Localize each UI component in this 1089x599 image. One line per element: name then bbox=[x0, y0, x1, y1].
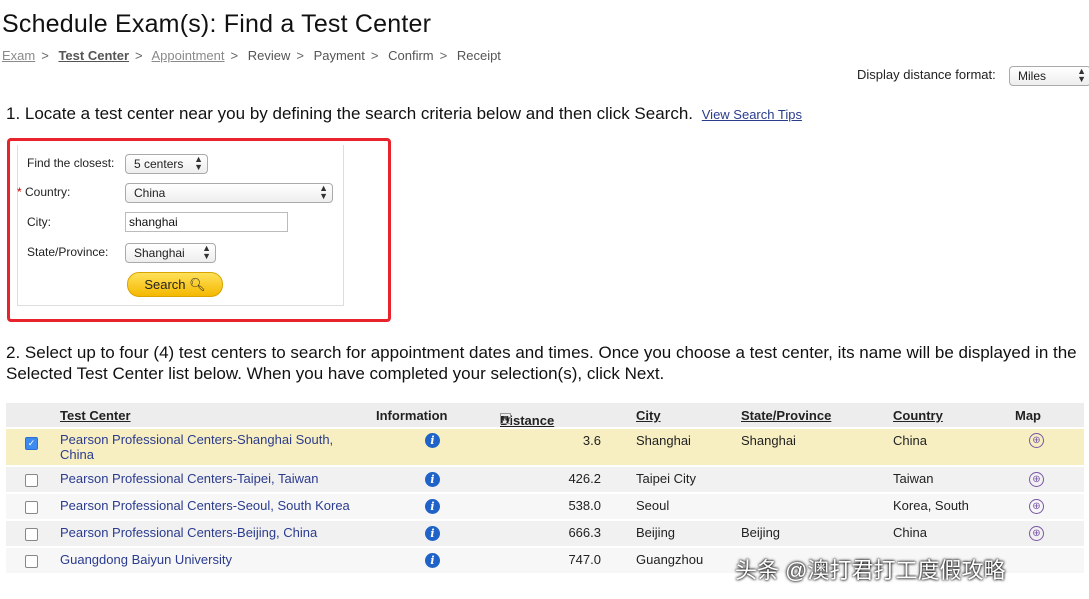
test-center-link[interactable]: Pearson Professional Centers-Seoul, Sout… bbox=[60, 498, 350, 513]
test-center-link[interactable]: Pearson Professional Centers-Taipei, Tai… bbox=[60, 471, 318, 486]
country-cell: Taiwan bbox=[893, 471, 934, 486]
breadcrumb-test-center[interactable]: Test Center bbox=[58, 48, 129, 63]
sort-down-icon: ▼ bbox=[500, 413, 511, 424]
distance-format-select[interactable]: Miles ▲ ▼ bbox=[1009, 66, 1089, 86]
test-center-link[interactable]: Pearson Professional Centers-Shanghai So… bbox=[60, 432, 360, 462]
globe-icon[interactable]: ⊕ bbox=[1029, 526, 1044, 541]
info-icon[interactable]: i bbox=[425, 553, 440, 568]
table-row[interactable]: Pearson Professional Centers-Seoul, Sout… bbox=[6, 492, 1084, 519]
breadcrumb-payment: Payment bbox=[313, 48, 365, 63]
table-row[interactable]: Pearson Professional Centers-Taipei, Tai… bbox=[6, 465, 1084, 492]
distance-cell: 426.2 bbox=[568, 471, 601, 486]
globe-icon[interactable]: ⊕ bbox=[1029, 433, 1044, 448]
step1-instructions: 1. Locate a test center near you by defi… bbox=[6, 104, 802, 123]
col-country[interactable]: Country bbox=[893, 408, 943, 423]
city-cell: Beijing bbox=[636, 525, 676, 540]
city-cell: Taipei City bbox=[636, 471, 696, 486]
distance-cell: 747.0 bbox=[568, 552, 601, 567]
table-row[interactable]: Pearson Professional Centers-Beijing, Ch… bbox=[6, 519, 1084, 546]
country-cell: China bbox=[893, 433, 927, 448]
country-cell: Korea, South bbox=[893, 498, 969, 513]
breadcrumb-receipt: Receipt bbox=[456, 48, 501, 63]
info-icon[interactable]: i bbox=[425, 526, 440, 541]
row-checkbox[interactable] bbox=[25, 528, 38, 541]
col-information: Information bbox=[376, 408, 448, 423]
updown-arrow-icon: ▲ ▼ bbox=[1077, 66, 1086, 84]
country-cell: China bbox=[893, 525, 927, 540]
step2-instructions: 2. Select up to four (4) test centers to… bbox=[6, 343, 1077, 383]
test-center-link[interactable]: Pearson Professional Centers-Beijing, Ch… bbox=[60, 525, 317, 540]
highlight-box bbox=[7, 138, 391, 322]
city-cell: Seoul bbox=[636, 498, 670, 513]
state-cell: Beijing bbox=[741, 525, 781, 540]
col-city[interactable]: City bbox=[636, 408, 661, 423]
breadcrumb-exam[interactable]: Exam bbox=[2, 48, 35, 63]
distance-cell: 3.6 bbox=[582, 433, 601, 448]
table-header: Test Center Information ** Distance ▼ Cit… bbox=[6, 403, 1084, 428]
table-row[interactable]: ✓ Pearson Professional Centers-Shanghai … bbox=[6, 427, 1084, 465]
distance-cell: 666.3 bbox=[568, 525, 601, 540]
city-cell: Guangzhou bbox=[636, 552, 704, 567]
distance-cell: 538.0 bbox=[568, 498, 601, 513]
page-title: Schedule Exam(s): Find a Test Center bbox=[2, 10, 432, 38]
info-icon[interactable]: i bbox=[425, 433, 440, 448]
globe-icon[interactable]: ⊕ bbox=[1029, 499, 1044, 514]
row-checkbox[interactable] bbox=[25, 501, 38, 514]
row-checkbox[interactable]: ✓ bbox=[25, 437, 38, 450]
row-checkbox[interactable] bbox=[25, 474, 38, 487]
col-state[interactable]: State/Province bbox=[741, 408, 831, 423]
state-cell: Shanghai bbox=[741, 433, 796, 448]
breadcrumb-confirm: Confirm bbox=[388, 48, 434, 63]
row-checkbox[interactable] bbox=[25, 555, 38, 568]
breadcrumb-appointment[interactable]: Appointment bbox=[152, 48, 225, 63]
col-test-center[interactable]: Test Center bbox=[60, 408, 131, 423]
test-center-link[interactable]: Guangdong Baiyun University bbox=[60, 552, 232, 567]
info-icon[interactable]: i bbox=[425, 472, 440, 487]
view-search-tips-link[interactable]: View Search Tips bbox=[702, 107, 802, 122]
breadcrumb-review: Review bbox=[247, 48, 291, 63]
col-map: Map bbox=[1015, 408, 1041, 423]
globe-icon[interactable]: ⊕ bbox=[1029, 472, 1044, 487]
distance-format-label: Display distance format: bbox=[857, 67, 996, 82]
breadcrumb: Exam > Test Center > Appointment > Review > … bbox=[2, 48, 501, 63]
info-icon[interactable]: i bbox=[425, 499, 440, 514]
city-cell: Shanghai bbox=[636, 433, 691, 448]
watermark-text: 头条 @澳打君打工度假攻略 bbox=[735, 558, 1006, 583]
